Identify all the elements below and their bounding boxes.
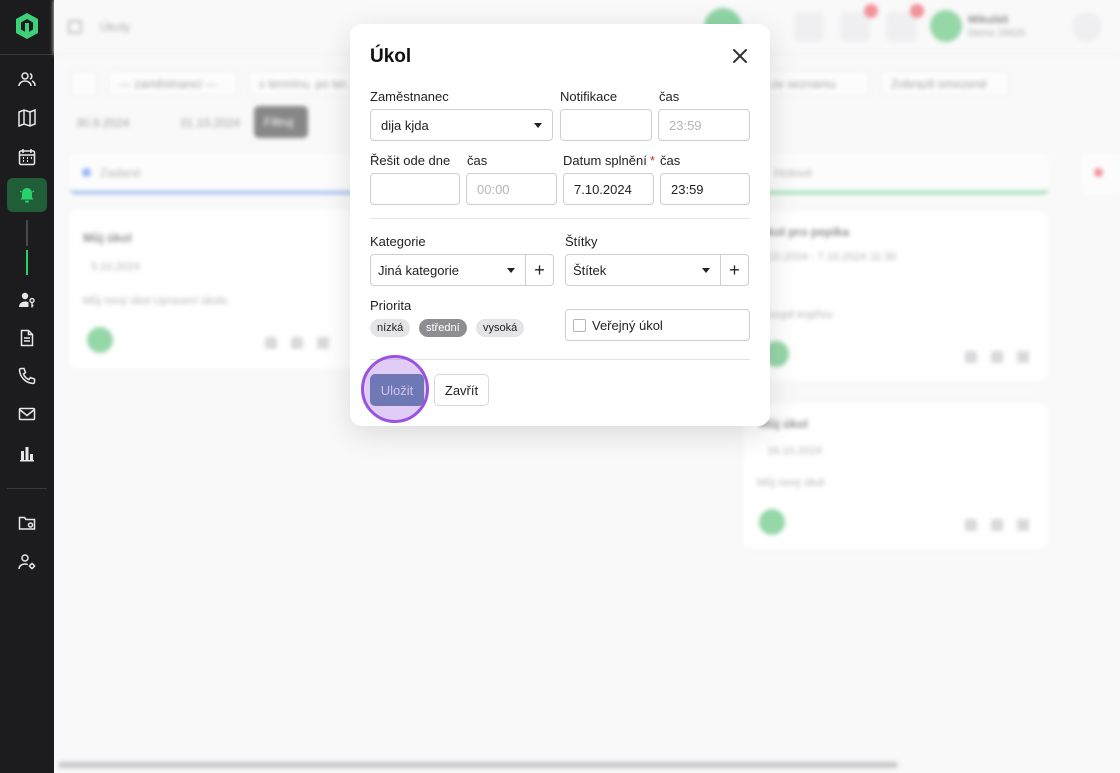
sidebar-divider: [0, 54, 54, 55]
category-label: Kategorie: [370, 234, 426, 249]
chevron-down-icon: [507, 268, 515, 273]
close-modal-button[interactable]: Zavřít: [434, 374, 489, 406]
mail-icon: [18, 407, 36, 421]
chevron-down-icon: [534, 123, 542, 128]
section-divider: [370, 359, 750, 360]
users-icon: [18, 72, 36, 87]
phone-icon: [18, 367, 36, 385]
tags-label: Štítky: [565, 234, 598, 249]
solve-from-date-input[interactable]: [370, 173, 460, 205]
save-button[interactable]: Uložit: [370, 374, 424, 406]
tags-value: Štítek: [573, 262, 607, 278]
solve-from-time-input[interactable]: 00:00: [466, 173, 557, 205]
document-icon: [20, 329, 34, 347]
sidebar: [0, 0, 54, 773]
category-value: Jiná kategorie: [378, 262, 459, 278]
add-category-button[interactable]: +: [526, 254, 554, 286]
sidebar-item-tasks[interactable]: [7, 178, 47, 212]
public-task-checkbox[interactable]: [573, 319, 586, 332]
employee-value: dija kjda: [381, 117, 429, 133]
priority-low[interactable]: nízká: [370, 319, 411, 337]
chart-icon: [20, 447, 34, 462]
chevron-down-icon: [702, 268, 710, 273]
notification-date-input[interactable]: [560, 109, 652, 141]
section-divider: [370, 218, 750, 219]
logo-icon[interactable]: [14, 12, 40, 40]
sidebar-item-user-key[interactable]: [7, 283, 47, 317]
sidebar-item-user-settings[interactable]: [7, 545, 47, 579]
user-key-icon: [19, 292, 35, 308]
priority-medium[interactable]: střední: [419, 319, 467, 337]
notification-label: Notifikace: [560, 89, 618, 104]
bell-icon: [19, 188, 35, 203]
folder-settings-icon: [18, 516, 36, 530]
add-tag-button[interactable]: +: [721, 254, 749, 286]
sidebar-divider: [7, 488, 47, 489]
calendar-icon: [18, 149, 36, 166]
sidebar-subnav-line: [26, 220, 28, 246]
employee-label: Zaměstnanec: [370, 89, 449, 104]
solve-from-time-label: čas: [467, 153, 488, 168]
due-time-label: čas: [660, 153, 681, 168]
employee-select[interactable]: dija kjda: [370, 109, 553, 141]
modal-title: Úkol: [370, 46, 412, 67]
close-icon: [733, 49, 747, 63]
public-task-label: Veřejný úkol: [592, 318, 663, 333]
category-select[interactable]: Jiná kategorie: [370, 254, 526, 286]
map-icon: [18, 109, 36, 127]
sidebar-item-phone[interactable]: [7, 359, 47, 393]
sidebar-item-map[interactable]: [7, 101, 47, 135]
sidebar-item-folder-settings[interactable]: [7, 506, 47, 540]
sidebar-item-users[interactable]: [7, 62, 47, 96]
sidebar-item-stats[interactable]: [7, 436, 47, 470]
due-time-input[interactable]: 23:59: [660, 173, 750, 205]
solve-from-label: Řešit ode dne: [370, 153, 451, 168]
due-date-input[interactable]: 7.10.2024: [563, 173, 654, 205]
sidebar-item-calendar[interactable]: [7, 140, 47, 174]
required-asterisk: *: [649, 153, 655, 168]
sidebar-item-mail[interactable]: [7, 397, 47, 431]
notification-time-label: čas: [659, 89, 680, 104]
sidebar-item-documents[interactable]: [7, 321, 47, 355]
tags-select[interactable]: Štítek: [565, 254, 721, 286]
public-task-field[interactable]: Veřejný úkol: [565, 309, 750, 341]
task-modal: Úkol Zaměstnanec dija kjda Notifikace ča…: [350, 24, 770, 426]
priority-high[interactable]: vysoká: [476, 319, 525, 337]
due-date-label: Datum splnění *: [563, 153, 655, 168]
user-settings-icon: [18, 554, 36, 570]
priority-label: Priorita: [370, 298, 412, 313]
notification-time-input[interactable]: 23:59: [658, 109, 750, 141]
sidebar-subnav-active: [26, 250, 28, 275]
close-button[interactable]: [730, 46, 750, 66]
